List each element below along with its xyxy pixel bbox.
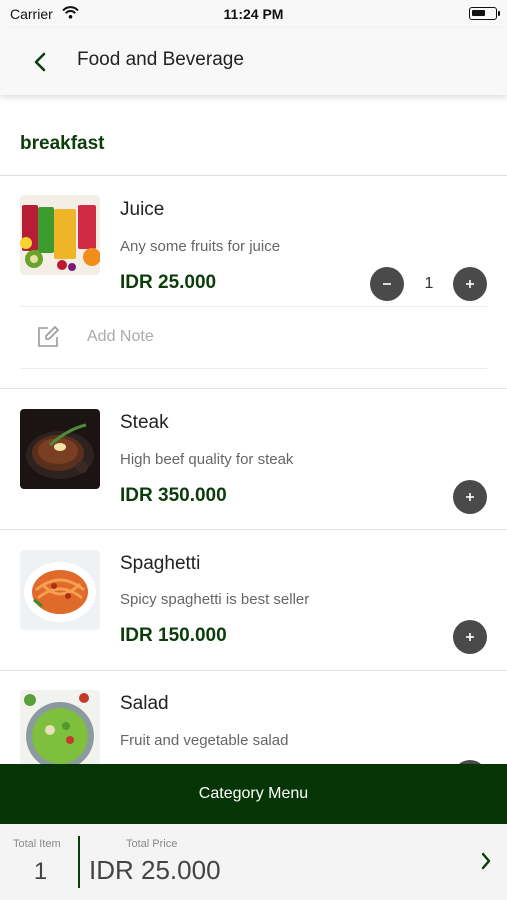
steak-image: [20, 409, 100, 489]
menu-list[interactable]: breakfast Juice Any some fruits for juic…: [0, 95, 507, 764]
item-name: Spaghetti: [120, 553, 201, 574]
item-name: Steak: [120, 412, 169, 433]
category-menu-button[interactable]: Category Menu: [0, 764, 507, 824]
add-note-field[interactable]: Add Note: [87, 328, 154, 346]
total-item-value: 1: [33, 858, 48, 885]
add-item-button[interactable]: [453, 620, 487, 654]
plus-icon: [466, 280, 474, 288]
total-item-label: Total Item: [13, 838, 61, 850]
status-time: 11:24 PM: [223, 6, 284, 22]
navigation-bar: Food and Beverage: [0, 28, 507, 95]
checkout-button[interactable]: [475, 850, 497, 872]
increase-quantity-button[interactable]: [453, 267, 487, 301]
chevron-right-icon: [481, 852, 491, 870]
category-menu-label: Category Menu: [198, 785, 309, 802]
item-description: Spicy spaghetti is best seller: [120, 591, 310, 608]
divider: [78, 836, 80, 888]
item-name: Juice: [120, 199, 165, 220]
add-item-button[interactable]: [453, 480, 487, 514]
item-name: Salad: [120, 693, 169, 714]
salad-image: [20, 690, 100, 764]
battery-icon: [469, 7, 500, 20]
plus-icon: [466, 633, 474, 641]
divider: [0, 175, 507, 176]
divider: [20, 368, 487, 369]
plus-icon: [466, 493, 474, 501]
item-price: IDR 25.000: [120, 272, 217, 293]
item-price: IDR 350.000: [120, 485, 227, 506]
edit-note-icon[interactable]: [36, 325, 60, 354]
divider: [0, 670, 507, 671]
item-description: High beef quality for steak: [120, 451, 294, 468]
minus-icon: [383, 283, 391, 285]
divider: [20, 306, 487, 307]
category-title: breakfast: [20, 133, 105, 154]
back-button[interactable]: [26, 48, 54, 76]
item-description: Any some fruits for juice: [120, 238, 281, 255]
chevron-left-icon: [34, 52, 46, 72]
status-bar: Carrier 11:24 PM: [0, 0, 507, 28]
order-summary: Total Item 1 Total Price IDR 25.000: [0, 824, 507, 900]
total-price-value: IDR 25.000: [89, 855, 221, 885]
juice-image: [20, 195, 100, 275]
divider: [0, 529, 507, 530]
spaghetti-image: [20, 550, 100, 630]
page-title: Food and Beverage: [77, 49, 244, 70]
quantity-value: 1: [424, 275, 434, 292]
total-price-label: Total Price: [126, 838, 178, 850]
item-description: Fruit and vegetable salad: [120, 732, 289, 749]
divider: [0, 388, 507, 389]
item-price: IDR 150.000: [120, 625, 227, 646]
battery-level: [472, 10, 485, 16]
decrease-quantity-button[interactable]: [370, 267, 404, 301]
